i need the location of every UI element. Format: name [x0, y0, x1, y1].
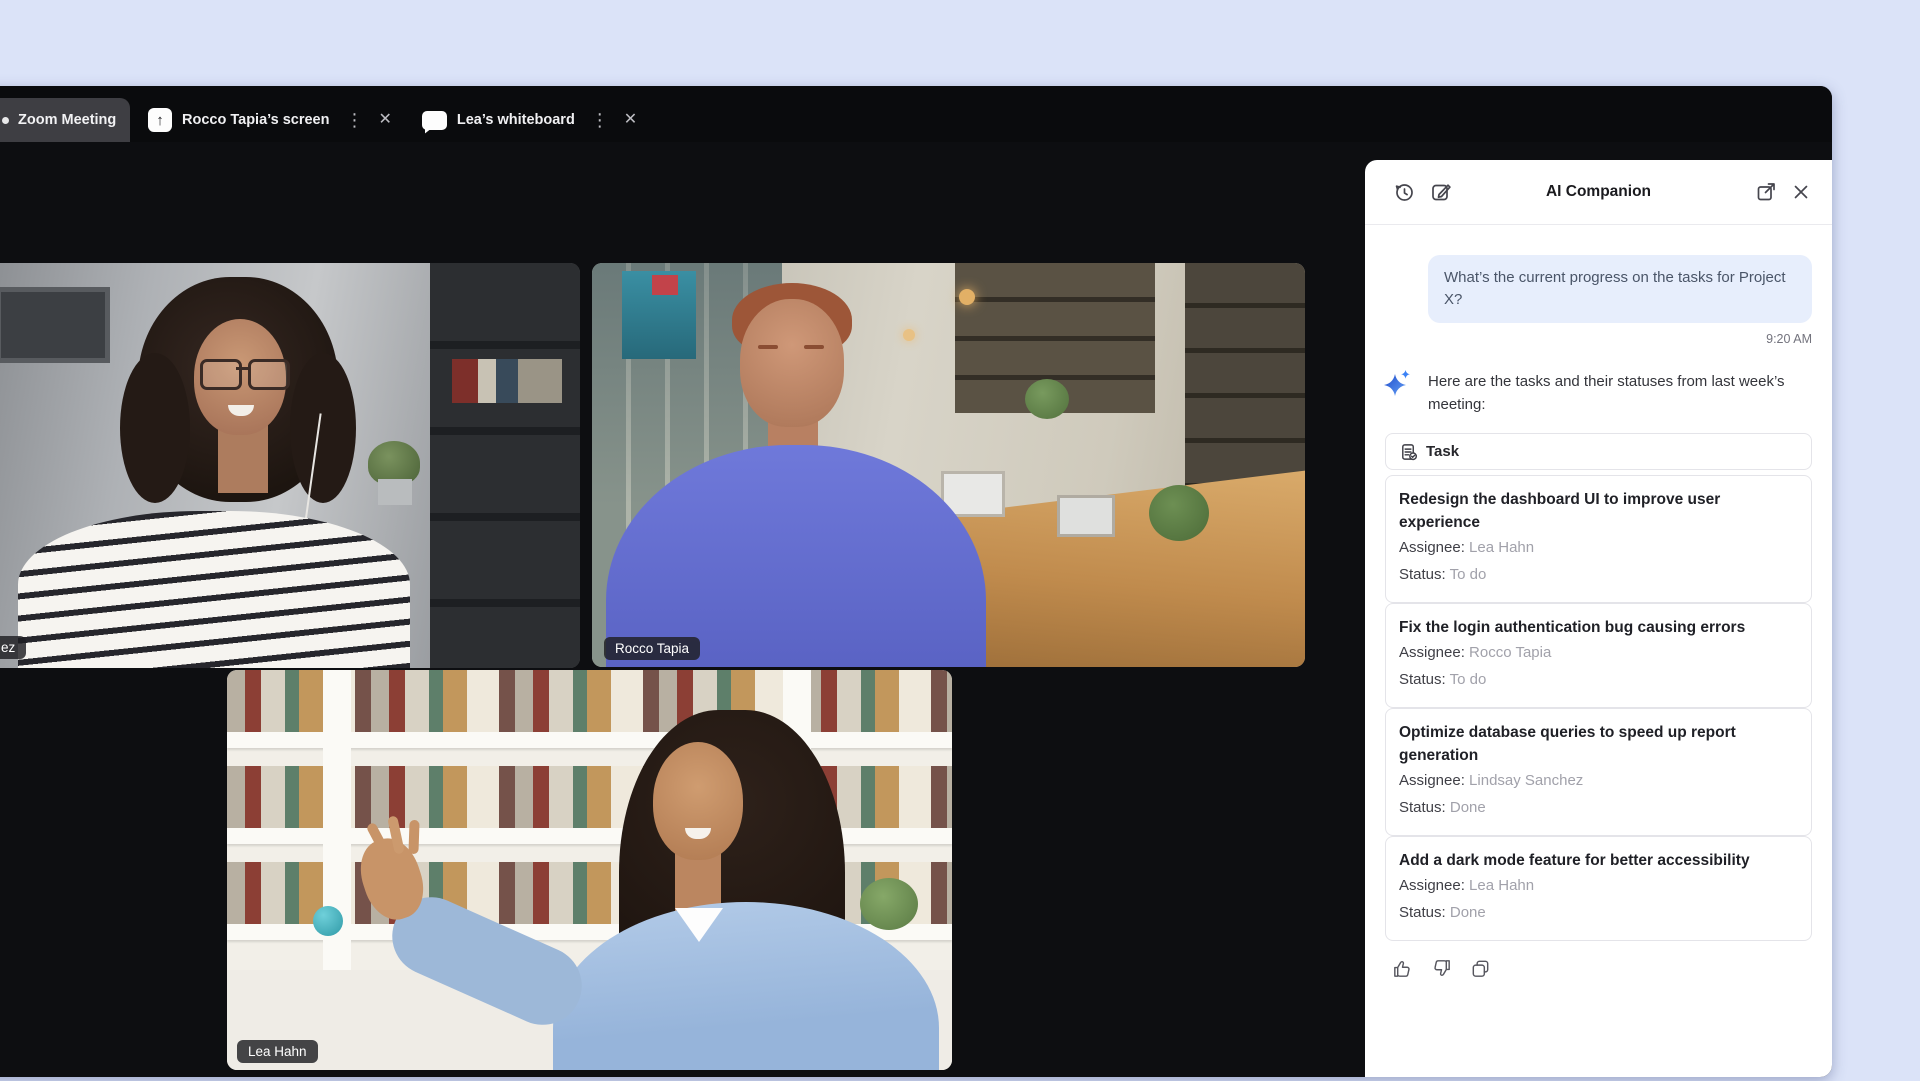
video-tile-rocco[interactable]: Rocco Tapia — [592, 263, 1305, 667]
tab-label: Zoom Meeting — [18, 112, 116, 128]
task-status: Status: Done — [1399, 794, 1798, 821]
tab-menu-icon[interactable]: ⋮ — [345, 111, 362, 129]
task-assignee: Assignee: Rocco Tapia — [1399, 639, 1798, 666]
task-item: Redesign the dashboard UI to improve use… — [1385, 475, 1812, 603]
zoom-app-window: Zoom Meeting ↑ Rocco Tapia’s screen ⋮ ✕ … — [0, 86, 1832, 1077]
thumbs-up-icon[interactable] — [1389, 955, 1415, 981]
task-item: Optimize database queries to speed up re… — [1385, 708, 1812, 836]
page-background: Zoom Meeting ↑ Rocco Tapia’s screen ⋮ ✕ … — [0, 0, 1920, 1081]
share-screen-icon: ↑ — [148, 108, 172, 132]
open-in-new-icon[interactable] — [1753, 179, 1779, 205]
ai-message: Here are the tasks and their statuses fr… — [1385, 370, 1812, 416]
ai-companion-panel: AI Companion What’s the current progress… — [1365, 160, 1832, 1077]
task-status: Status: To do — [1399, 561, 1798, 588]
participant-photo — [592, 263, 1305, 667]
meeting-status-icon — [2, 117, 9, 124]
thumbs-down-icon[interactable] — [1428, 955, 1454, 981]
task-assignee: Assignee: Lea Hahn — [1399, 872, 1798, 899]
chat-body: What’s the current progress on the tasks… — [1365, 225, 1832, 1077]
task-card: Task Redesign the dashboard UI to improv… — [1385, 433, 1812, 941]
participant-name-tag: Lea Hahn — [237, 1040, 318, 1064]
whiteboard-icon — [422, 111, 447, 130]
task-status: Status: Done — [1399, 899, 1798, 926]
task-item: Fix the login authentication bug causing… — [1385, 603, 1812, 708]
task-status: Status: To do — [1399, 666, 1798, 693]
task-list-icon — [1399, 442, 1418, 461]
ai-companion-header: AI Companion — [1365, 160, 1832, 225]
ai-companion-sparkle-icon — [1381, 368, 1415, 409]
task-title: Add a dark mode feature for better acces… — [1399, 849, 1798, 872]
task-title: Fix the login authentication bug causing… — [1399, 616, 1798, 639]
history-icon[interactable] — [1391, 179, 1417, 205]
participant-photo — [0, 263, 580, 668]
video-tile-lea[interactable]: Lea Hahn — [227, 670, 952, 1070]
close-icon[interactable] — [1788, 179, 1814, 205]
task-item: Add a dark mode feature for better acces… — [1385, 836, 1812, 941]
video-tile-participant-1[interactable]: ez — [0, 263, 580, 668]
meeting-tab-bar: Zoom Meeting ↑ Rocco Tapia’s screen ⋮ ✕ … — [0, 86, 1832, 142]
tab-menu-icon[interactable]: ⋮ — [591, 111, 608, 129]
tab-close-icon[interactable]: ✕ — [624, 112, 637, 128]
copy-icon[interactable] — [1467, 955, 1493, 981]
task-card-header: Task — [1385, 433, 1812, 470]
participant-photo — [227, 670, 952, 1070]
participant-name-tag: ez — [0, 636, 26, 660]
task-assignee: Assignee: Lindsay Sanchez — [1399, 767, 1798, 794]
tab-rocco-screen[interactable]: ↑ Rocco Tapia’s screen ⋮ ✕ — [148, 98, 392, 142]
tab-zoom-meeting[interactable]: Zoom Meeting — [0, 98, 130, 142]
compose-icon[interactable] — [1428, 179, 1454, 205]
message-feedback-bar — [1389, 955, 1812, 981]
task-list: Redesign the dashboard UI to improve use… — [1385, 475, 1812, 941]
user-message-bubble: What’s the current progress on the tasks… — [1428, 255, 1812, 323]
task-title: Optimize database queries to speed up re… — [1399, 721, 1798, 767]
tab-label: Rocco Tapia’s screen — [182, 112, 329, 128]
task-assignee: Assignee: Lea Hahn — [1399, 534, 1798, 561]
tab-label: Lea’s whiteboard — [457, 112, 575, 128]
task-title: Redesign the dashboard UI to improve use… — [1399, 488, 1798, 534]
tab-lea-whiteboard[interactable]: Lea’s whiteboard ⋮ ✕ — [422, 98, 637, 142]
tab-close-icon[interactable]: ✕ — [378, 112, 391, 128]
message-timestamp: 9:20 AM — [1385, 332, 1812, 346]
ai-message-text: Here are the tasks and their statuses fr… — [1428, 373, 1785, 413]
participant-name-tag: Rocco Tapia — [604, 637, 700, 661]
